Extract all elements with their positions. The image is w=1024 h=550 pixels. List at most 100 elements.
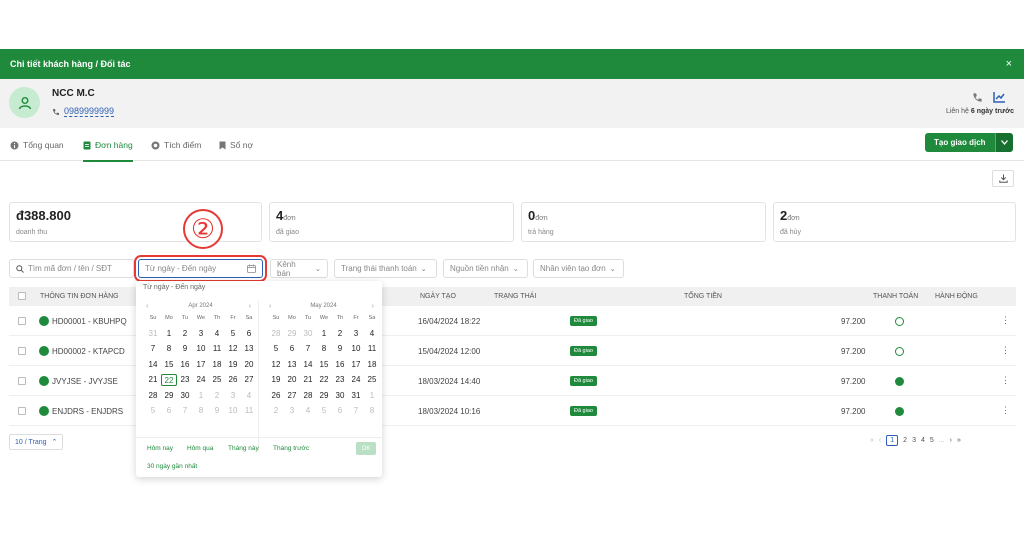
calendar-day[interactable]: 19 bbox=[268, 374, 284, 386]
chart-icon[interactable] bbox=[993, 91, 1006, 103]
calendar-day[interactable]: 5 bbox=[316, 405, 332, 417]
calendar-day[interactable]: 2 bbox=[209, 390, 225, 402]
create-transaction-label[interactable]: Tạo giao dịch bbox=[925, 133, 995, 152]
calendar-day[interactable]: 1 bbox=[316, 328, 332, 340]
calendar-day[interactable]: 24 bbox=[348, 374, 364, 386]
calendar-day[interactable]: 7 bbox=[300, 343, 316, 355]
calendar-day[interactable]: 7 bbox=[145, 343, 161, 355]
first-page-icon[interactable]: « bbox=[870, 437, 874, 444]
calendar-day[interactable]: 12 bbox=[225, 343, 241, 355]
page-5[interactable]: 5 bbox=[930, 437, 934, 444]
calendar-day[interactable]: 31 bbox=[348, 390, 364, 402]
calendar-day[interactable]: 6 bbox=[284, 343, 300, 355]
more-icon[interactable]: ⋮ bbox=[1001, 345, 1010, 356]
calendar-day[interactable]: 26 bbox=[268, 390, 284, 402]
calendar-day[interactable]: 30 bbox=[177, 390, 193, 402]
calendar-day[interactable]: 4 bbox=[300, 405, 316, 417]
date-range-input[interactable]: Từ ngày - Đến ngày bbox=[134, 255, 267, 282]
calendar-day[interactable]: 8 bbox=[364, 405, 380, 417]
calendar-day[interactable]: 15 bbox=[316, 359, 332, 371]
calendar-day[interactable]: 4 bbox=[209, 328, 225, 340]
calendar-day[interactable]: 7 bbox=[177, 405, 193, 417]
calendar-day[interactable]: 3 bbox=[284, 405, 300, 417]
ok-button[interactable]: OK bbox=[356, 442, 376, 455]
calendar-day[interactable]: 9 bbox=[177, 343, 193, 355]
select-all-checkbox[interactable] bbox=[18, 292, 26, 300]
calendar-day[interactable]: 23 bbox=[332, 374, 348, 386]
calendar-day[interactable]: 29 bbox=[316, 390, 332, 402]
calendar-day[interactable]: 13 bbox=[241, 343, 257, 355]
calendar-day[interactable]: 8 bbox=[193, 405, 209, 417]
calendar-day[interactable]: 28 bbox=[145, 390, 161, 402]
next-month-icon[interactable]: › bbox=[372, 303, 374, 310]
calendar-day[interactable]: 19 bbox=[225, 359, 241, 371]
calendar-day[interactable]: 18 bbox=[209, 359, 225, 371]
calendar-day[interactable]: 27 bbox=[284, 390, 300, 402]
calendar-day[interactable]: 22 bbox=[161, 374, 177, 386]
order-code[interactable]: JVYJSE - JVYJSE bbox=[52, 377, 118, 386]
channel-filter[interactable]: Kênh bán ⌄ bbox=[270, 259, 328, 278]
calendar-day[interactable]: 28 bbox=[300, 390, 316, 402]
prev-page-icon[interactable]: ‹ bbox=[879, 437, 881, 444]
money-source-filter[interactable]: Nguồn tiền nhận ⌄ bbox=[443, 259, 528, 278]
calendar-day[interactable]: 30 bbox=[332, 390, 348, 402]
tab-overview[interactable]: Tổng quan bbox=[10, 140, 64, 150]
calendar-day[interactable]: 29 bbox=[284, 328, 300, 340]
creator-filter[interactable]: Nhân viên tạo đơn ⌄ bbox=[533, 259, 624, 278]
last-page-icon[interactable]: » bbox=[957, 437, 961, 444]
calendar-day[interactable]: 6 bbox=[332, 405, 348, 417]
shortcut-last-month[interactable]: Tháng trước bbox=[273, 445, 309, 452]
shortcut-this-month[interactable]: Tháng này bbox=[228, 445, 259, 452]
search-input[interactable]: Tìm mã đơn / tên / SĐT bbox=[9, 259, 134, 278]
order-code[interactable]: ENJDRS - ENJDRS bbox=[52, 407, 123, 416]
calendar-day[interactable]: 16 bbox=[177, 359, 193, 371]
calendar-day[interactable]: 6 bbox=[241, 328, 257, 340]
calendar-day[interactable]: 14 bbox=[300, 359, 316, 371]
calendar-day[interactable]: 1 bbox=[364, 390, 380, 402]
calendar-day[interactable]: 18 bbox=[364, 359, 380, 371]
phone-call-icon[interactable] bbox=[972, 92, 983, 103]
more-icon[interactable]: ⋮ bbox=[1001, 405, 1010, 416]
calendar-day[interactable]: 3 bbox=[225, 390, 241, 402]
calendar-day[interactable]: 21 bbox=[300, 374, 316, 386]
close-icon[interactable]: × bbox=[1006, 58, 1012, 70]
calendar-day[interactable]: 4 bbox=[364, 328, 380, 340]
calendar-day[interactable]: 30 bbox=[300, 328, 316, 340]
more-icon[interactable]: ⋮ bbox=[1001, 315, 1010, 326]
calendar-day[interactable]: 2 bbox=[177, 328, 193, 340]
per-page-select[interactable]: 10 / Trang ⌃ bbox=[9, 434, 64, 450]
payment-status-filter[interactable]: Trạng thái thanh toán ⌄ bbox=[334, 259, 437, 278]
create-transaction-button[interactable]: Tạo giao dịch bbox=[925, 133, 1013, 152]
calendar-day[interactable]: 24 bbox=[193, 374, 209, 386]
order-code[interactable]: HD00001 - KBUHPQ bbox=[52, 317, 127, 326]
calendar-day[interactable]: 29 bbox=[161, 390, 177, 402]
page-ellipsis[interactable]: ... bbox=[939, 437, 945, 444]
calendar-day[interactable]: 11 bbox=[209, 343, 225, 355]
next-page-icon[interactable]: › bbox=[950, 437, 952, 444]
calendar-day[interactable]: 5 bbox=[268, 343, 284, 355]
more-icon[interactable]: ⋮ bbox=[1001, 375, 1010, 386]
calendar-day[interactable]: 22 bbox=[316, 374, 332, 386]
calendar-day[interactable]: 5 bbox=[145, 405, 161, 417]
calendar-day[interactable]: 27 bbox=[241, 374, 257, 386]
calendar-day[interactable]: 2 bbox=[268, 405, 284, 417]
customer-phone[interactable]: 0989999999 bbox=[52, 106, 115, 117]
calendar-day[interactable]: 10 bbox=[348, 343, 364, 355]
phone-number[interactable]: 0989999999 bbox=[64, 106, 115, 117]
row-checkbox[interactable] bbox=[18, 407, 26, 415]
calendar-day[interactable]: 10 bbox=[193, 343, 209, 355]
calendar-day[interactable]: 17 bbox=[193, 359, 209, 371]
calendar-day[interactable]: 12 bbox=[268, 359, 284, 371]
prev-month-icon[interactable]: ‹ bbox=[269, 303, 271, 310]
page-2[interactable]: 2 bbox=[903, 437, 907, 444]
calendar-day[interactable]: 9 bbox=[332, 343, 348, 355]
calendar-day[interactable]: 25 bbox=[364, 374, 380, 386]
calendar-day[interactable]: 13 bbox=[284, 359, 300, 371]
tab-points[interactable]: Tích điểm bbox=[151, 140, 201, 150]
shortcut-last-30-days[interactable]: 30 ngày gần nhất bbox=[147, 463, 197, 470]
calendar-day[interactable]: 11 bbox=[364, 343, 380, 355]
page-4[interactable]: 4 bbox=[921, 437, 925, 444]
calendar-day[interactable]: 4 bbox=[241, 390, 257, 402]
shortcut-today[interactable]: Hôm nay bbox=[147, 445, 173, 452]
calendar-day[interactable]: 9 bbox=[209, 405, 225, 417]
